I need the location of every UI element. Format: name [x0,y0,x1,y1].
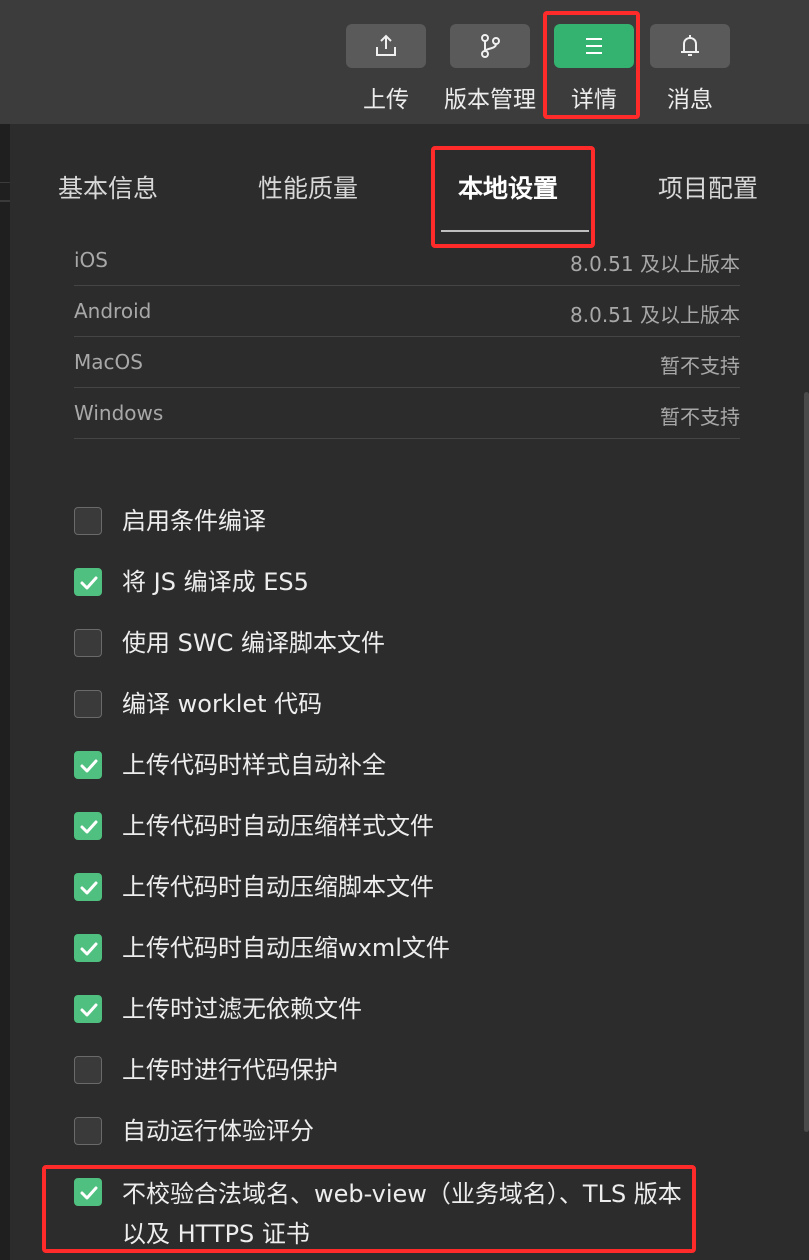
edge-divider [0,182,10,183]
setting-label: 将 JS 编译成 ES5 [122,568,309,596]
upload-tool[interactable]: 上传 [346,24,426,113]
platform-name: Android [74,299,152,323]
checkbox-checked[interactable] [74,934,102,962]
platform-name: MacOS [74,350,143,374]
domain-check-highlight-box [42,1165,696,1253]
platform-row-macos: MacOS 暂不支持 [74,336,740,388]
checkbox-unchecked[interactable] [74,507,102,535]
tab-highlight-box [431,146,595,248]
tab-basic-info[interactable]: 基本信息 [58,169,158,205]
checkmark-icon [80,942,98,956]
left-edge-strip [0,124,10,1260]
checkmark-icon [80,759,98,773]
version-tool[interactable]: 版本管理 [444,24,536,113]
message-label: 消息 [667,87,713,113]
tab-performance[interactable]: 性能质量 [258,169,358,205]
bell-icon [681,35,699,56]
platform-value: 暂不支持 [660,354,740,378]
setting-label: 上传代码时自动压缩wxml文件 [122,934,450,962]
message-button[interactable] [650,24,730,68]
upload-icon [376,34,396,56]
detail-highlight-box [543,11,640,119]
setting-label: 启用条件编译 [122,507,266,535]
checkbox-unchecked[interactable] [74,690,102,718]
checkbox-unchecked[interactable] [74,1117,102,1145]
platform-row-android: Android 8.0.51 及以上版本 [74,285,740,337]
checkmark-icon [80,820,98,834]
platform-row-windows: Windows 暂不支持 [74,387,740,439]
setting-label: 上传代码时样式自动补全 [122,751,386,779]
message-tool[interactable]: 消息 [650,24,730,113]
checkbox-checked[interactable] [74,812,102,840]
setting-label: 自动运行体验评分 [122,1117,314,1145]
version-button[interactable] [450,24,530,68]
platform-row-ios: iOS 8.0.51 及以上版本 [74,234,740,286]
setting-label: 上传代码时自动压缩样式文件 [122,812,434,840]
checkbox-checked[interactable] [74,873,102,901]
checkmark-icon [80,576,98,590]
scrollbar-thumb[interactable] [804,392,809,1132]
checkbox-checked[interactable] [74,995,102,1023]
platform-name: Windows [74,401,164,425]
version-label: 版本管理 [444,87,536,113]
setting-label: 上传时过滤无依赖文件 [122,995,362,1023]
upload-button[interactable] [346,24,426,68]
setting-label: 上传时进行代码保护 [122,1056,338,1084]
checkbox-checked[interactable] [74,751,102,779]
checkbox-unchecked[interactable] [74,629,102,657]
branch-icon [481,34,500,58]
setting-label: 编译 worklet 代码 [122,690,323,718]
upload-label: 上传 [363,87,409,113]
setting-label: 使用 SWC 编译脚本文件 [122,629,385,657]
tab-project-config[interactable]: 项目配置 [658,169,758,205]
checkbox-checked[interactable] [74,568,102,596]
platform-value: 8.0.51 及以上版本 [570,252,740,276]
edge-divider [0,200,10,202]
top-toolbar: 上传 版本管理 详情 消息 [0,0,809,124]
checkmark-icon [80,881,98,895]
platform-value: 8.0.51 及以上版本 [570,303,740,327]
platform-value: 暂不支持 [660,405,740,429]
setting-label: 上传代码时自动压缩脚本文件 [122,873,434,901]
checkbox-unchecked[interactable] [74,1056,102,1084]
platform-name: iOS [74,248,108,272]
checkmark-icon [80,1003,98,1017]
